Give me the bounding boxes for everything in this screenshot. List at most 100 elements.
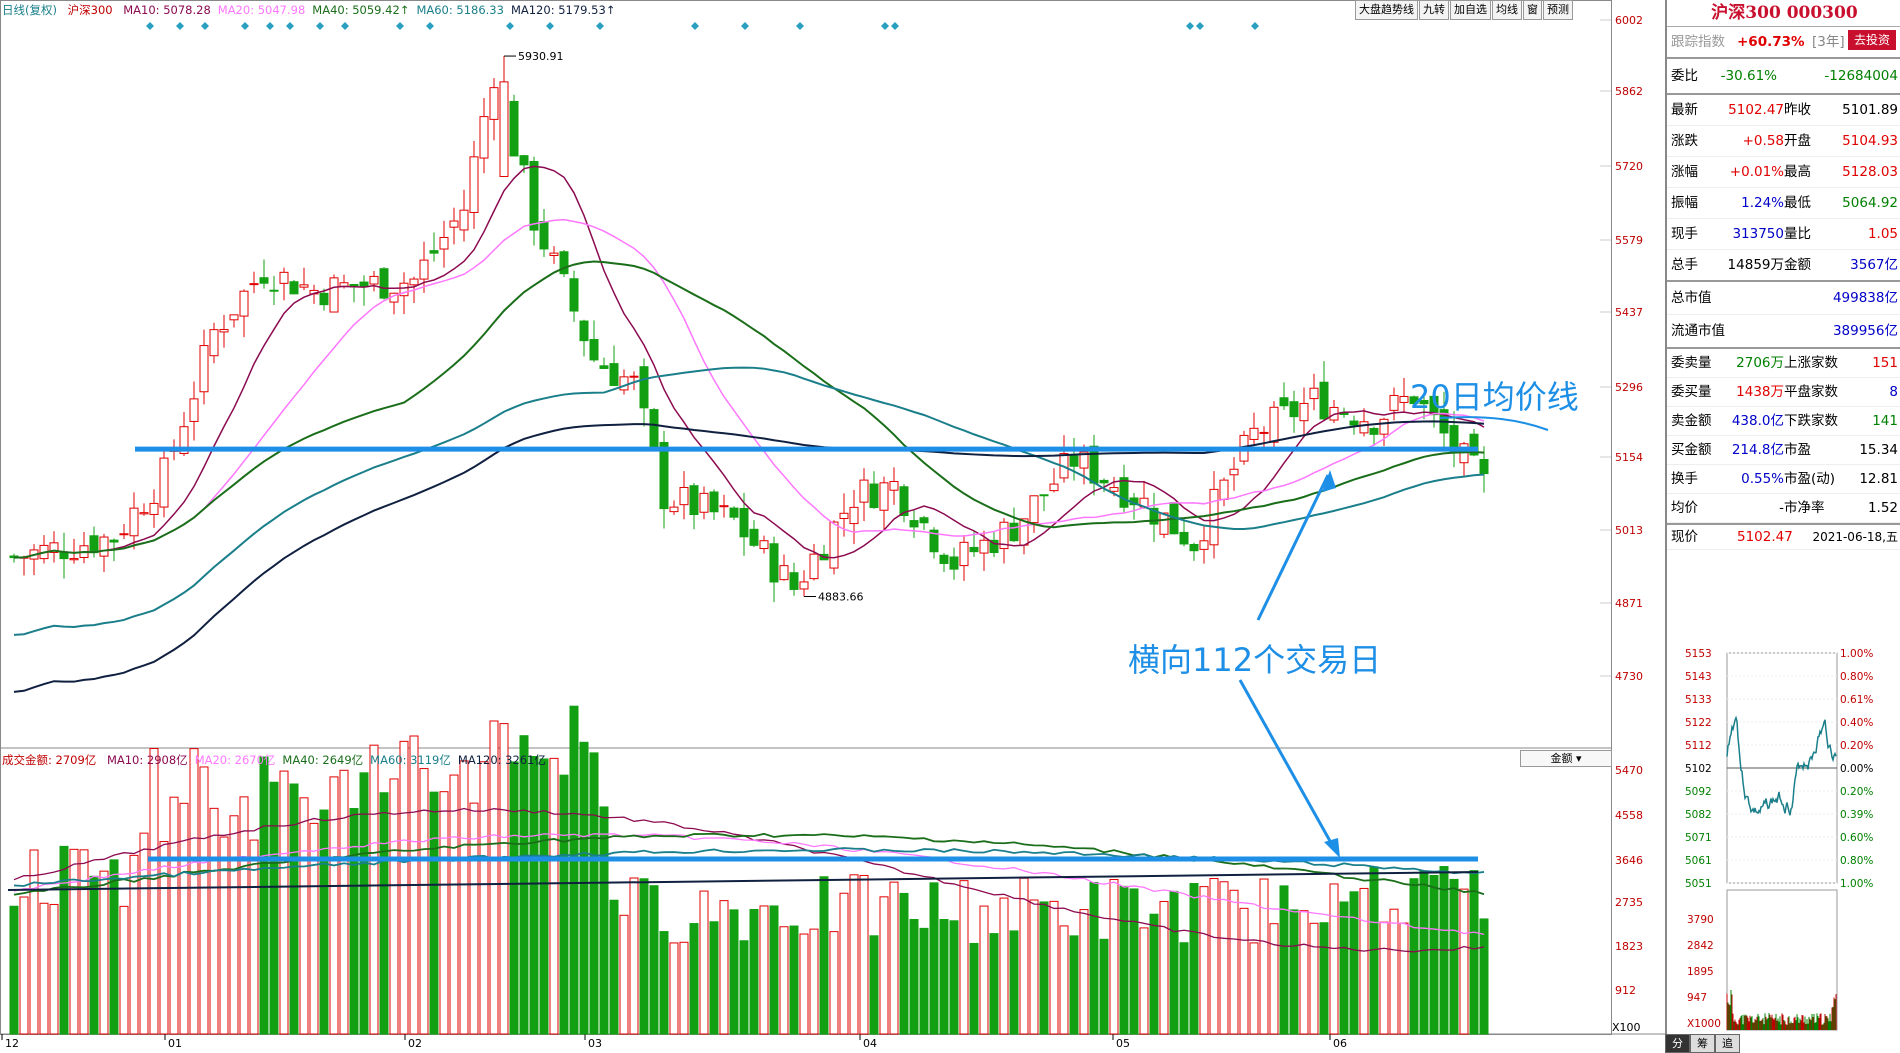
track-index-row: 跟踪指数 +60.73% [3年] 去投资 [1667,27,1900,59]
tab-minute[interactable]: 分 [1665,1034,1690,1053]
volume-bar [239,796,249,1035]
volume-bar [619,914,629,1035]
candle-body [719,505,729,508]
volume-bar [169,796,179,1035]
arrow-down-line [1238,679,1337,851]
volume-ma-label-1: MA20: 2670亿 [194,753,276,767]
volume-bar [479,761,489,1035]
mini-left-tick: 5102 [1685,763,1712,775]
nine-turn-button[interactable]: 九转 [1419,0,1449,20]
stat-cell-0-2: 上涨家数 [1784,355,1838,371]
candle-body [239,290,249,317]
candle-body [1229,468,1239,476]
volume-bar [939,918,949,1035]
stat-row-0: 委卖量 2706万 上涨家数 151 [1667,349,1900,378]
volume-bar [199,766,209,1035]
volume-bar [699,890,709,1035]
volume-bar [679,941,689,1035]
candle-body [669,506,679,513]
x-tick-label: 04 [863,1037,877,1050]
stat-row-2: 卖金额 438.0亿 下跌家数 141 [1667,407,1900,436]
y-tick-label: 4871 [1615,597,1643,610]
candle-body [1349,420,1359,426]
volume-bar [1249,942,1259,1035]
window-button[interactable]: 窗 [1523,0,1542,20]
volume-bar [1199,886,1209,1035]
volume-bar [1079,909,1089,1035]
stat-cell-0-1: 2706万 [1736,355,1784,371]
volume-bar [869,935,879,1035]
mini-right-tick: 0.80% [1840,855,1873,867]
y-tick-label: 5579 [1615,234,1643,247]
tab-chips[interactable]: 筹 [1690,1034,1715,1053]
volume-bar [389,778,399,1035]
quote-panel: 沪深300 000300 跟踪指数 +60.73% [3年] 去投资 委比 -3… [1665,0,1900,1053]
candle-body [1029,495,1039,524]
ma40-line [13,260,1485,559]
candle-body [519,155,529,166]
forecast-button[interactable]: 预测 [1543,0,1573,20]
volume-bar [909,919,919,1035]
x-tick-label: 06 [1333,1037,1347,1050]
mini-left-tick: 5133 [1685,694,1712,706]
volume-bar [309,822,319,1035]
candle-body [1039,494,1049,497]
candle-body [969,546,979,553]
mini-right-tick: 0.20% [1840,786,1873,798]
quote-cell-5-0: 总手 [1671,257,1698,273]
signal-marker [241,22,249,30]
mini-right-tick: 0.20% [1840,740,1873,752]
volume-type-select[interactable]: 金额 ▾ [1520,750,1612,767]
volume-bar [649,885,659,1035]
volume-bar [539,758,549,1035]
candles-group [9,56,1489,603]
add-watchlist-button[interactable]: 加自选 [1450,0,1491,20]
volume-bar [69,848,79,1035]
ma20-annotation: 20日均价线 [1410,378,1579,416]
mini-right-tick: 1.00% [1840,878,1873,890]
candle-body [199,345,209,393]
volume-bar [659,931,669,1035]
volume-bar [419,768,429,1035]
quote-cell-4-2: 量比 [1784,226,1811,242]
volume-bar [1009,930,1019,1035]
candle-body [589,339,599,361]
ma-button[interactable]: 均线 [1492,0,1522,20]
volume-bar [399,740,409,1035]
stat-cell-2-3: 141 [1872,413,1898,429]
main-kline-chart[interactable]: 6002 5862 5720 5579 5437 5296 5154 5013 4871 4730… [0,0,1665,1053]
volume-bar [839,892,849,1035]
tab-track[interactable]: 追 [1715,1034,1740,1053]
intraday-mini-chart[interactable]: 5153 1.00% 5143 0.80% 5133 0.61% 5122 0.40% 5112… [1667,625,1900,1035]
volume-bar [999,897,1009,1035]
quote-row-3: 振幅 1.24% 最低 5064.92 [1667,188,1900,219]
volume-bar [1149,913,1159,1035]
stat-cell-1-3: 8 [1889,384,1898,400]
candle-body [289,281,299,295]
mini-right-tick: 0.80% [1840,671,1873,683]
volume-bar [289,783,299,1035]
volume-bar [769,905,779,1035]
weibi-row: 委比 -30.61% -12684004 [1667,59,1900,95]
mini-vol-tick: X1000 [1687,1018,1721,1030]
invest-button[interactable]: 去投资 [1847,30,1896,50]
volume-bar [1239,907,1249,1035]
candle-body [439,236,449,250]
candle-body [409,278,419,286]
panel-title: 沪深300 000300 [1667,0,1900,27]
quote-date: 2021-06-18,五 [1812,530,1898,544]
mktcap-row-1: 流通市值 389956亿 [1667,315,1900,349]
volume-bar [429,791,439,1035]
candle-body [109,539,119,543]
trend-line-button[interactable]: 大盘趋势线 [1355,0,1418,20]
kline-ma-label-3: MA60: 5186.33 [416,3,504,17]
track-index-years: [3年] [1812,34,1845,50]
quote-row-1: 涨跌 +0.58 开盘 5104.93 [1667,126,1900,157]
quote-cell-1-2: 开盘 [1784,133,1811,149]
kline-ma-label-1: MA20: 5047.98 [217,3,306,17]
volume-bar [149,748,159,1035]
y-tick-label: 5437 [1615,306,1643,319]
mini-right-tick: 0.40% [1840,717,1873,729]
signal-marker [316,22,324,30]
volume-bar [349,808,359,1035]
